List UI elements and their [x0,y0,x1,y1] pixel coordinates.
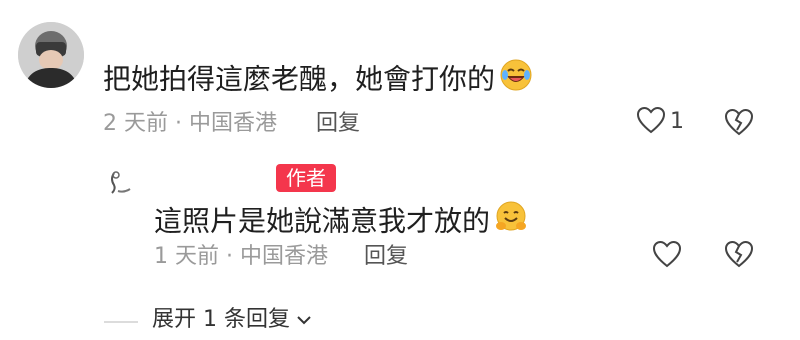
broken-heart-icon [724,240,754,272]
like-button[interactable] [652,240,682,272]
author-avatar-image [111,171,131,194]
heart-icon [636,106,666,138]
hugging-face-icon [494,200,528,245]
reply-button[interactable]: 回复 [316,110,360,138]
avatar[interactable] [18,22,84,88]
reply-button[interactable]: 回复 [364,243,408,271]
author-badge: 作者 [276,164,336,192]
dislike-button[interactable] [724,108,754,140]
divider [104,321,138,323]
chevron-down-icon [296,314,312,326]
comment-text: 把她拍得這麼老醜，她會打你的 [103,58,533,103]
like-button[interactable]: 1 [636,106,684,138]
comment-meta: 1 天前 · 中国香港 [154,244,328,269]
like-count: 1 [670,109,684,134]
expand-replies-label: 展开 1 条回复 [152,307,290,332]
expand-replies-button[interactable]: 展开 1 条回复 [152,306,312,334]
dislike-button[interactable] [724,240,754,272]
heart-icon [652,240,682,272]
author-avatar[interactable] [100,165,136,201]
user-avatar-image [18,22,84,88]
comment-meta: 2 天前 · 中国香港 [103,111,277,136]
laughing-crying-face-icon [499,58,533,103]
broken-heart-icon [724,108,754,140]
comment-text: 這照片是她說滿意我才放的 [154,200,528,245]
